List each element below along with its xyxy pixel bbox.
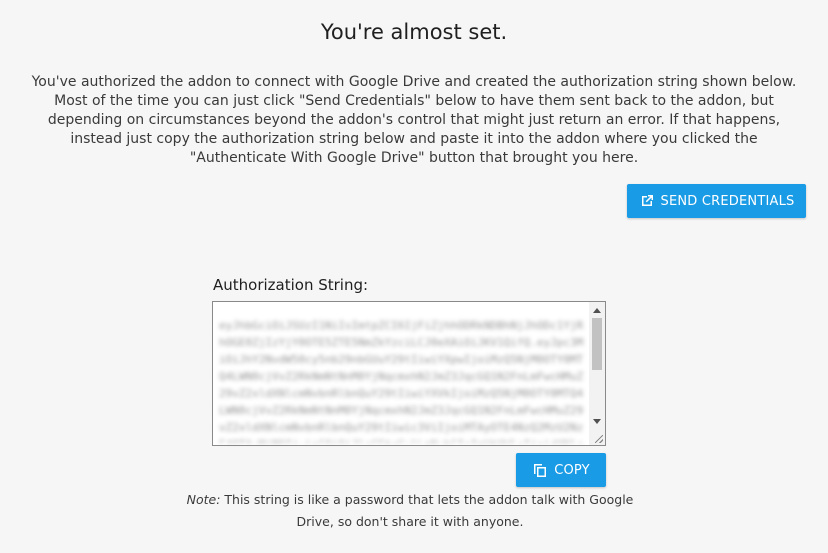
intro-text: You've authorized the addon to connect w…: [31, 74, 797, 166]
page-title: You're almost set.: [320, 20, 508, 44]
scroll-thumb[interactable]: [592, 318, 602, 370]
authorization-string-label: Authorization String:: [213, 276, 369, 294]
open-in-new-icon: [639, 193, 655, 209]
authorization-string-textarea[interactable]: eyJhbGciOiJSUzI1NiIsImtpZCI6IjFiZjhhODRk…: [212, 301, 606, 446]
send-credentials-label: SEND CREDENTIALS: [660, 193, 795, 209]
security-note: Note: This string is like a password tha…: [180, 489, 640, 533]
send-credentials-button[interactable]: SEND CREDENTIALS: [627, 184, 806, 218]
authorization-string-value: eyJhbGciOiJSUzI1NiIsImtpZCI6IjFiZjhhODRk…: [219, 319, 584, 443]
note-text: This string is like a password that lets…: [220, 492, 634, 529]
scroll-down-icon[interactable]: [593, 419, 601, 424]
scroll-up-icon[interactable]: [593, 308, 601, 313]
textarea-scrollbar[interactable]: [589, 302, 605, 445]
note-prefix: Note:: [186, 492, 221, 507]
copy-icon: [532, 462, 548, 478]
resize-grip-icon[interactable]: [595, 435, 603, 443]
copy-label: COPY: [554, 462, 590, 478]
copy-button[interactable]: COPY: [516, 453, 606, 487]
